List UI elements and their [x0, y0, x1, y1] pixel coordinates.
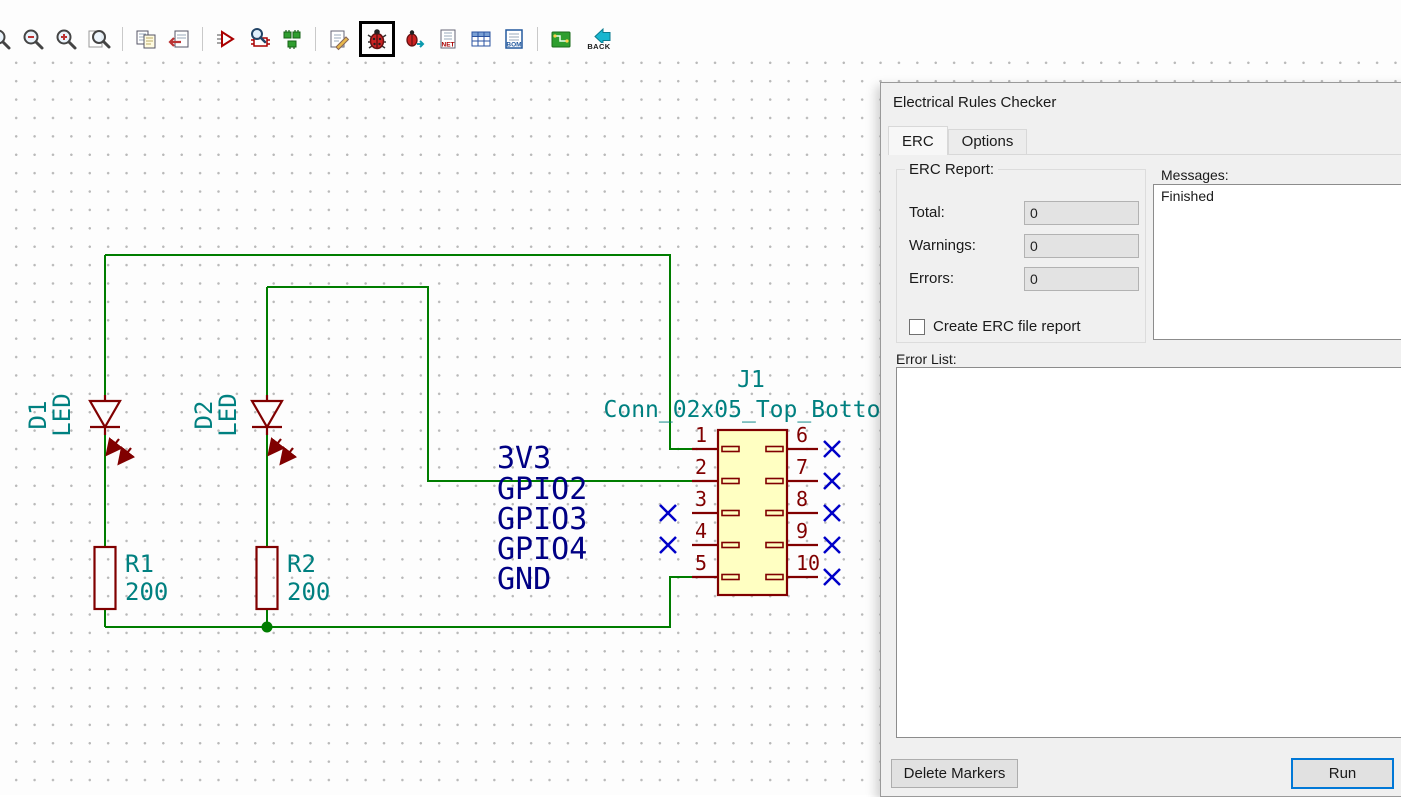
zoom-redraw-icon[interactable] [0, 26, 13, 52]
erc-report-label: ERC Report: [905, 161, 999, 178]
dialog-title: Electrical Rules Checker [893, 94, 1057, 111]
net-label-gnd[interactable]: GND [497, 562, 551, 597]
junction-dot [261, 621, 273, 633]
symbol-fields-table-icon[interactable] [468, 26, 494, 52]
net-label-3v3[interactable]: 3V3 [497, 441, 551, 476]
symbol-library-editor-icon[interactable] [279, 26, 305, 52]
pin-number: 1 [695, 423, 707, 447]
pin-number: 9 [796, 519, 808, 543]
schematic-drawing: D1 LED D2 LED R1 200 R2 200 1 2 3 4 5 6 … [24, 254, 880, 633]
led-d1[interactable]: D1 LED [24, 393, 136, 466]
tab-strip: ERC Options [888, 126, 1401, 155]
tab-erc[interactable]: ERC [888, 126, 948, 155]
r2-reference[interactable]: R2 [287, 550, 316, 578]
pin-number: 7 [796, 455, 808, 479]
erc-highlight-box [359, 21, 395, 57]
pin-number: 4 [695, 519, 707, 543]
pin-number: 2 [695, 455, 707, 479]
pin-number: 10 [796, 551, 820, 575]
tab-options[interactable]: Options [947, 129, 1028, 154]
zoom-in-icon[interactable] [53, 26, 79, 52]
zoom-out-icon[interactable] [20, 26, 46, 52]
error-list[interactable] [896, 367, 1401, 738]
led-d2[interactable]: D2 LED [190, 393, 298, 466]
edit-symbol-fields-icon[interactable] [326, 26, 352, 52]
checkbox-box[interactable] [909, 318, 925, 335]
bom-icon[interactable]: BOM [501, 26, 527, 52]
messages-label: Messages: [1161, 167, 1229, 183]
messages-box[interactable]: Finished [1153, 184, 1401, 340]
warnings-field[interactable]: 0 [1024, 234, 1139, 258]
zoom-fit-icon[interactable] [86, 26, 112, 52]
annotate-icon[interactable] [213, 26, 239, 52]
toolbar-separator [315, 27, 316, 51]
total-label: Total: [909, 204, 945, 221]
erc-icon[interactable] [364, 26, 390, 52]
pin-number: 6 [796, 423, 808, 447]
toolbar-separator [202, 27, 203, 51]
erc-dialog: Electrical Rules Checker ERC Options ERC… [880, 82, 1401, 797]
r1-reference[interactable]: R1 [125, 550, 154, 578]
delete-markers-button[interactable]: Delete Markers [891, 759, 1018, 788]
total-row: Total: 0 [897, 200, 1145, 226]
netlist-icon[interactable]: NET [435, 26, 461, 52]
top-toolbar: NET BOM BACK [0, 0, 1401, 60]
create-erc-report-checkbox[interactable]: Create ERC file report [909, 318, 1081, 335]
r2-value[interactable]: 200 [287, 578, 330, 606]
run-button[interactable]: Run [1291, 758, 1394, 789]
pin-number: 3 [695, 487, 707, 511]
error-list-label: Error List: [896, 351, 957, 367]
wire-net[interactable] [104, 254, 692, 628]
toolbar-separator [122, 27, 123, 51]
erc-details-icon[interactable] [402, 26, 428, 52]
errors-row: Errors: 0 [897, 266, 1145, 292]
back-annotate-label: BACK [587, 42, 611, 51]
toolbar-separator [537, 27, 538, 51]
errors-label: Errors: [909, 270, 954, 287]
errors-field[interactable]: 0 [1024, 267, 1139, 291]
back-annotate-icon[interactable]: BACK [581, 27, 617, 51]
netlist-label: NET [442, 42, 455, 49]
pin-number: 5 [695, 551, 707, 575]
j1-reference[interactable]: J1 [737, 367, 765, 393]
checkbox-label: Create ERC file report [933, 318, 1081, 335]
r1-value[interactable]: 200 [125, 578, 168, 606]
j1-value[interactable]: Conn_02x05_Top_Botto [604, 397, 880, 423]
pcbnew-icon[interactable] [548, 26, 574, 52]
bom-label: BOM [506, 42, 521, 49]
erc-report-group: ERC Report: Total: 0 Warnings: 0 Errors:… [896, 161, 1146, 343]
resistor-r1[interactable]: R1 200 [93, 545, 169, 611]
hierarchy-navigator-icon[interactable] [133, 26, 159, 52]
warnings-label: Warnings: [909, 237, 976, 254]
resistor-r2[interactable]: R2 200 [255, 545, 331, 611]
pin-number: 8 [796, 487, 808, 511]
leave-sheet-icon[interactable] [166, 26, 192, 52]
total-field[interactable]: 0 [1024, 201, 1139, 225]
symbol-library-browser-icon[interactable] [246, 26, 272, 52]
d1-value[interactable]: LED [48, 393, 76, 436]
d2-value[interactable]: LED [214, 393, 242, 436]
messages-content: Finished [1161, 188, 1214, 204]
warnings-row: Warnings: 0 [897, 233, 1145, 259]
